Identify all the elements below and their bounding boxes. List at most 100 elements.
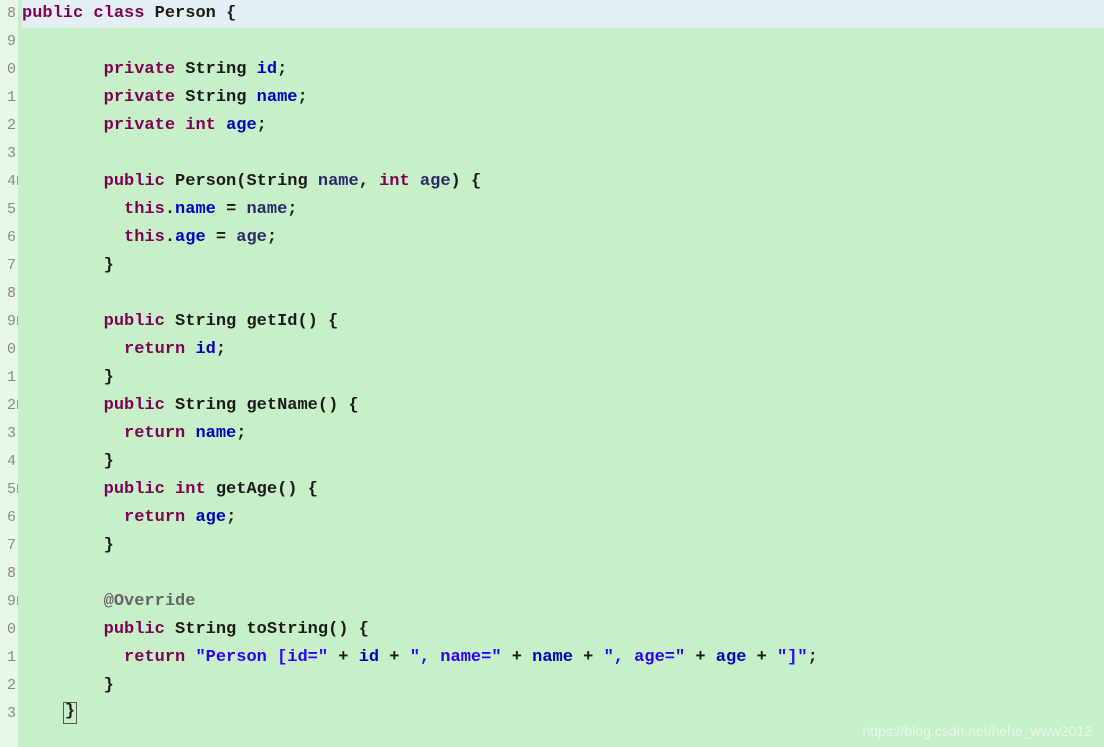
field: id bbox=[257, 60, 277, 79]
line-number: 2 bbox=[0, 672, 16, 700]
code-line[interactable]: } bbox=[22, 532, 1104, 560]
plus: + bbox=[583, 648, 593, 667]
code-line[interactable]: } bbox=[22, 672, 1104, 700]
line-number: 0 bbox=[0, 616, 16, 644]
constructor: Person bbox=[175, 172, 236, 191]
keyword: public bbox=[104, 620, 165, 639]
method: toString bbox=[246, 620, 328, 639]
semicolon: ; bbox=[216, 340, 226, 359]
code-line[interactable]: public String getName() { bbox=[22, 392, 1104, 420]
field: name bbox=[257, 88, 298, 107]
line-number: 4− bbox=[0, 168, 16, 196]
parens: () bbox=[328, 620, 348, 639]
plus: + bbox=[757, 648, 767, 667]
semicolon: ; bbox=[297, 88, 307, 107]
brace: } bbox=[104, 368, 114, 387]
code-line[interactable]: public class Person { bbox=[22, 0, 1104, 28]
equals: = bbox=[226, 200, 236, 219]
brace: } bbox=[104, 452, 114, 471]
keyword: public bbox=[104, 172, 165, 191]
code-line[interactable]: private int age; bbox=[22, 112, 1104, 140]
keyword: int bbox=[379, 172, 410, 191]
line-number: 8 bbox=[0, 0, 16, 28]
keyword: return bbox=[124, 340, 185, 359]
method: getId bbox=[246, 312, 297, 331]
code-line[interactable] bbox=[22, 28, 1104, 56]
code-line[interactable]: } bbox=[22, 252, 1104, 280]
line-number: 4 bbox=[0, 448, 16, 476]
code-line[interactable]: private String id; bbox=[22, 56, 1104, 84]
plus: + bbox=[389, 648, 399, 667]
field: age bbox=[226, 116, 257, 135]
code-line[interactable]: return "Person [id=" + id + ", name=" + … bbox=[22, 644, 1104, 672]
semicolon: ; bbox=[267, 228, 277, 247]
code-line[interactable]: this.name = name; bbox=[22, 196, 1104, 224]
code-line[interactable]: private String name; bbox=[22, 84, 1104, 112]
code-line[interactable]: } bbox=[22, 448, 1104, 476]
paren: ( bbox=[236, 172, 246, 191]
line-number: 3 bbox=[0, 420, 16, 448]
line-number: 2− bbox=[0, 392, 16, 420]
keyword: public bbox=[22, 4, 83, 23]
plus: + bbox=[695, 648, 705, 667]
brace: { bbox=[308, 480, 318, 499]
line-number: 8 bbox=[0, 560, 16, 588]
code-line[interactable]: return id; bbox=[22, 336, 1104, 364]
string: ", age=" bbox=[604, 648, 686, 667]
type: String bbox=[185, 88, 246, 107]
keyword: private bbox=[104, 116, 175, 135]
line-number: 9 bbox=[0, 28, 16, 56]
keyword: public bbox=[104, 480, 165, 499]
code-editor[interactable]: public class Person { private String id;… bbox=[18, 0, 1104, 747]
parens: () bbox=[318, 396, 338, 415]
line-number: 7 bbox=[0, 252, 16, 280]
code-line[interactable]: } bbox=[22, 364, 1104, 392]
brace: { bbox=[359, 620, 369, 639]
code-line[interactable]: @Override bbox=[22, 588, 1104, 616]
code-line[interactable]: public String toString() { bbox=[22, 616, 1104, 644]
line-number: 6 bbox=[0, 224, 16, 252]
brace: { bbox=[328, 312, 338, 331]
line-number: 9− bbox=[0, 308, 16, 336]
param: age bbox=[420, 172, 451, 191]
plus: + bbox=[512, 648, 522, 667]
type: String bbox=[175, 620, 236, 639]
line-number: 2 bbox=[0, 112, 16, 140]
field: age bbox=[195, 508, 226, 527]
code-line[interactable]: public Person(String name, int age) { bbox=[22, 168, 1104, 196]
keyword: int bbox=[175, 480, 206, 499]
semicolon: ; bbox=[277, 60, 287, 79]
line-number: 7 bbox=[0, 532, 16, 560]
keyword: this bbox=[124, 200, 165, 219]
field: name bbox=[195, 424, 236, 443]
parens: () bbox=[277, 480, 297, 499]
brace: { bbox=[471, 172, 481, 191]
field: id bbox=[195, 340, 215, 359]
brace: } bbox=[104, 256, 114, 275]
code-line[interactable] bbox=[22, 560, 1104, 588]
plus: + bbox=[338, 648, 348, 667]
type: String bbox=[185, 60, 246, 79]
brace: { bbox=[226, 4, 236, 23]
dot: . bbox=[165, 228, 175, 247]
brace: } bbox=[104, 676, 114, 695]
brace: } bbox=[104, 536, 114, 555]
brace: } bbox=[63, 702, 77, 724]
line-number: 1 bbox=[0, 364, 16, 392]
keyword: class bbox=[93, 4, 144, 23]
semicolon: ; bbox=[808, 648, 818, 667]
string: "Person [id=" bbox=[195, 648, 328, 667]
field: name bbox=[175, 200, 216, 219]
code-line[interactable] bbox=[22, 280, 1104, 308]
code-line[interactable]: public String getId() { bbox=[22, 308, 1104, 336]
brace: { bbox=[349, 396, 359, 415]
line-number: 6 bbox=[0, 504, 16, 532]
semicolon: ; bbox=[257, 116, 267, 135]
code-line[interactable]: return age; bbox=[22, 504, 1104, 532]
code-line[interactable]: this.age = age; bbox=[22, 224, 1104, 252]
code-line[interactable] bbox=[22, 140, 1104, 168]
line-number: 3 bbox=[0, 140, 16, 168]
code-line[interactable]: return name; bbox=[22, 420, 1104, 448]
equals: = bbox=[216, 228, 226, 247]
code-line[interactable]: public int getAge() { bbox=[22, 476, 1104, 504]
